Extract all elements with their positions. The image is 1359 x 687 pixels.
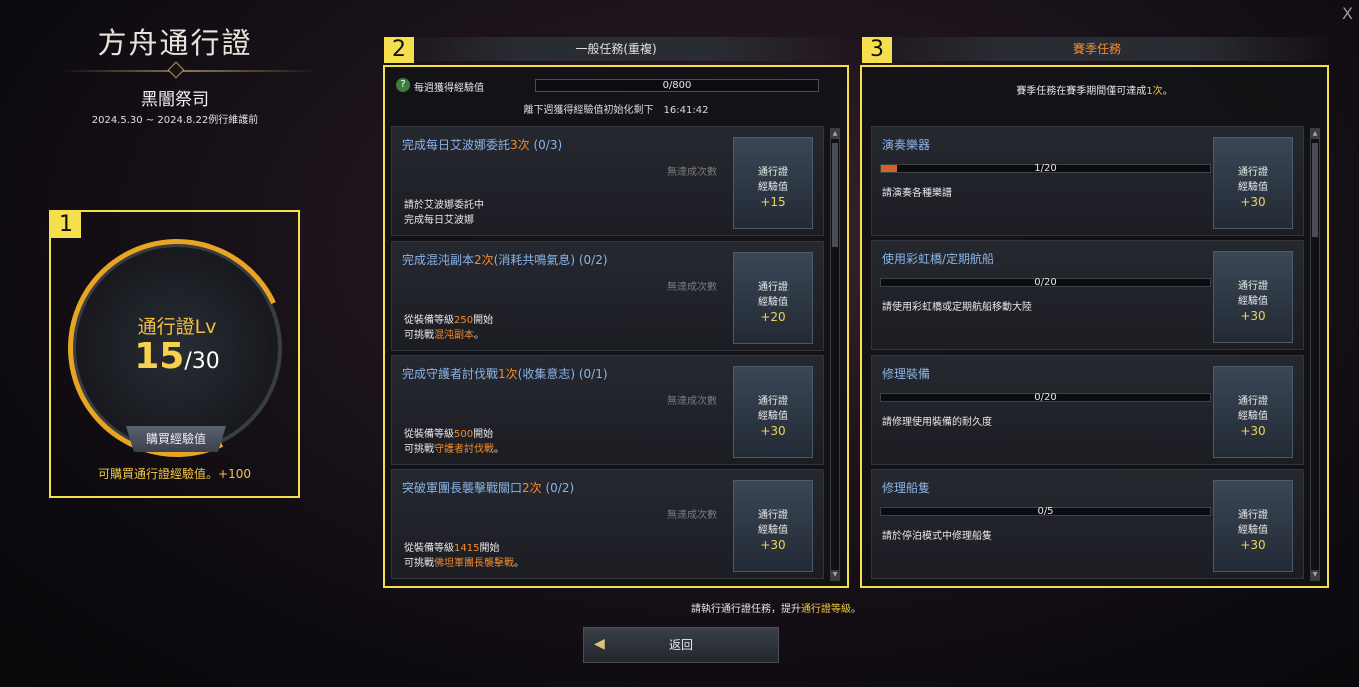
progress-text: 0/5 <box>1037 506 1054 517</box>
level-max: /30 <box>184 349 220 374</box>
season-quest-list[interactable]: 演奏樂器 1/20 請演奏各種樂譜 通行證 經驗值 +30 使用彩虹橋/定期航船 0… <box>871 126 1306 582</box>
tab-season-quests[interactable]: 賽季任務 <box>860 37 1334 61</box>
quest-desc-line-2: 完成每日艾波娜 <box>404 215 474 226</box>
reward-xp: +30 <box>760 538 786 552</box>
quest-progress-bar: 0/20 <box>880 392 1211 403</box>
help-icon[interactable]: ? <box>396 78 410 92</box>
no-limit-label: 無達成次數 <box>667 510 717 521</box>
pass-title: 方舟通行證 <box>97 26 253 60</box>
scroll-thumb[interactable] <box>832 143 838 247</box>
quest-title: 使用彩虹橋/定期航船 <box>882 252 995 266</box>
buy-xp-button[interactable]: 購買經驗值 <box>126 426 226 452</box>
reward-xp: +30 <box>1240 424 1266 438</box>
reward-box: 通行證 經驗值 +20 <box>733 252 813 344</box>
season-quest-card[interactable]: 使用彩虹橋/定期航船 0/20 請使用彩虹橋或定期航船移動大陸 通行證 經驗值 +3… <box>871 240 1304 350</box>
quest-desc-line-1: 請於艾波娜委託中 <box>404 200 484 211</box>
quest-desc: 請修理使用裝備的耐久度 <box>882 417 992 428</box>
reward-box: 通行證 經驗值 +30 <box>733 366 813 458</box>
quest-card[interactable]: 完成守護者討伐戰1次(收集意志) (0/1) 無達成次數 從裝備等級500開始 … <box>391 355 824 465</box>
season-quest-card[interactable]: 修理船隻 0/5 請於停泊模式中修理船隻 通行證 經驗值 +30 <box>871 469 1304 579</box>
quest-desc-line-2: 可挑戰混沌副本。 <box>404 330 484 341</box>
scroll-down-icon[interactable]: ▼ <box>831 570 839 580</box>
reward-xp: +30 <box>760 424 786 438</box>
quest-desc-line-1: 從裝備等級500開始 <box>404 429 494 440</box>
quest-card[interactable]: 完成每日艾波娜委託3次 (0/3) 無達成次數 請於艾波娜委託中 完成每日艾波娜… <box>391 126 824 236</box>
quest-desc-line-2: 可挑戰守護者討伐戰。 <box>404 444 504 455</box>
reward-xp: +20 <box>760 310 786 324</box>
general-quest-list[interactable]: 完成每日艾波娜委託3次 (0/3) 無達成次數 請於艾波娜委託中 完成每日艾波娜… <box>391 126 826 582</box>
quest-desc-line-1: 從裝備等級250開始 <box>404 315 494 326</box>
tab-general-quests[interactable]: 一般任務(重複) <box>383 37 849 61</box>
quest-title: 修理裝備 <box>882 367 931 381</box>
quest-title: 修理船隻 <box>882 481 931 495</box>
box-number-3: 3 <box>862 37 892 63</box>
quest-desc-line-1: 從裝備等級1415開始 <box>404 543 500 554</box>
quest-progress-bar: 1/20 <box>880 163 1211 174</box>
weekly-reset-timer: 離下週獲得經驗值初始化剩下 16:41:42 <box>523 105 709 116</box>
reward-box: 通行證 經驗值 +30 <box>1213 251 1293 343</box>
reward-box: 通行證 經驗值 +30 <box>1213 137 1293 229</box>
reward-box: 通行證 經驗值 +15 <box>733 137 813 229</box>
quest-desc: 請於停泊模式中修理船隻 <box>882 531 992 542</box>
quest-progress-bar: 0/5 <box>880 506 1211 517</box>
weekly-xp-label: 每週獲得經驗值 <box>414 83 484 94</box>
season-scrollbar[interactable]: ▲ ▼ <box>1310 128 1320 581</box>
reward-xp: +30 <box>1240 538 1266 552</box>
divider-ornament-icon <box>167 61 185 79</box>
level-value: 15/30 <box>72 336 282 377</box>
no-limit-label: 無達成次數 <box>667 396 717 407</box>
quest-title: 完成守護者討伐戰1次(收集意志) (0/1) <box>402 367 608 381</box>
season-name: 黑闇祭司 <box>141 90 209 110</box>
quest-title: 完成每日艾波娜委託3次 (0/3) <box>402 138 563 152</box>
progress-text: 0/20 <box>1034 277 1057 288</box>
quest-title: 完成混沌副本2次(消耗共鳴氣息) (0/2) <box>402 253 608 267</box>
back-arrow-icon: ◀ <box>594 636 605 652</box>
buy-xp-note: 可購買通行證經驗值。+100 <box>98 467 251 481</box>
no-limit-label: 無達成次數 <box>667 282 717 293</box>
weekly-xp-bar: 0/800 <box>535 79 819 92</box>
reward-xp: +30 <box>1240 195 1266 209</box>
quest-title: 演奏樂器 <box>882 138 931 152</box>
no-limit-label: 無達成次數 <box>667 167 717 178</box>
scroll-up-icon[interactable]: ▲ <box>1311 129 1319 139</box>
season-quest-note: 賽季任務在賽季期間僅可達成1次。 <box>1016 86 1173 97</box>
quest-desc: 請使用彩虹橋或定期航船移動大陸 <box>882 302 1032 313</box>
footer-note: 請執行通行證任務，提升通行證等級。 <box>691 604 861 615</box>
quest-card[interactable]: 完成混沌副本2次(消耗共鳴氣息) (0/2) 無達成次數 從裝備等級250開始 … <box>391 241 824 351</box>
scroll-thumb[interactable] <box>1312 143 1318 237</box>
level-current: 15 <box>134 336 185 377</box>
season-dates: 2024.5.30 ~ 2024.8.22例行維護前 <box>91 115 259 126</box>
quest-desc-line-2: 可挑戰佛坦軍團長襲擊戰。 <box>404 558 524 569</box>
season-quest-card[interactable]: 演奏樂器 1/20 請演奏各種樂譜 通行證 經驗值 +30 <box>871 126 1304 236</box>
progress-text: 0/20 <box>1034 392 1057 403</box>
quest-desc: 請演奏各種樂譜 <box>882 188 952 199</box>
reward-box: 通行證 經驗值 +30 <box>1213 366 1293 458</box>
quest-progress-bar: 0/20 <box>880 277 1211 288</box>
level-label: 通行證Lv <box>137 316 217 338</box>
box-number-1: 1 <box>51 212 81 238</box>
close-icon[interactable]: X <box>1342 4 1353 23</box>
reward-xp: +30 <box>1240 309 1266 323</box>
title-divider <box>60 70 318 72</box>
box-number-2: 2 <box>384 37 414 63</box>
reward-box: 通行證 經驗值 +30 <box>1213 480 1293 572</box>
season-quest-card[interactable]: 修理裝備 0/20 請修理使用裝備的耐久度 通行證 經驗值 +30 <box>871 355 1304 465</box>
quest-title: 突破軍團長襲擊戰關口2次 (0/2) <box>402 481 575 495</box>
general-scrollbar[interactable]: ▲ ▼ <box>830 128 840 581</box>
scroll-down-icon[interactable]: ▼ <box>1311 570 1319 580</box>
quest-card[interactable]: 突破軍團長襲擊戰關口2次 (0/2) 無達成次數 從裝備等級1415開始 可挑戰… <box>391 469 824 579</box>
reward-box: 通行證 經驗值 +30 <box>733 480 813 572</box>
scroll-up-icon[interactable]: ▲ <box>831 129 839 139</box>
progress-text: 1/20 <box>1034 163 1057 174</box>
reward-xp: +15 <box>760 195 786 209</box>
